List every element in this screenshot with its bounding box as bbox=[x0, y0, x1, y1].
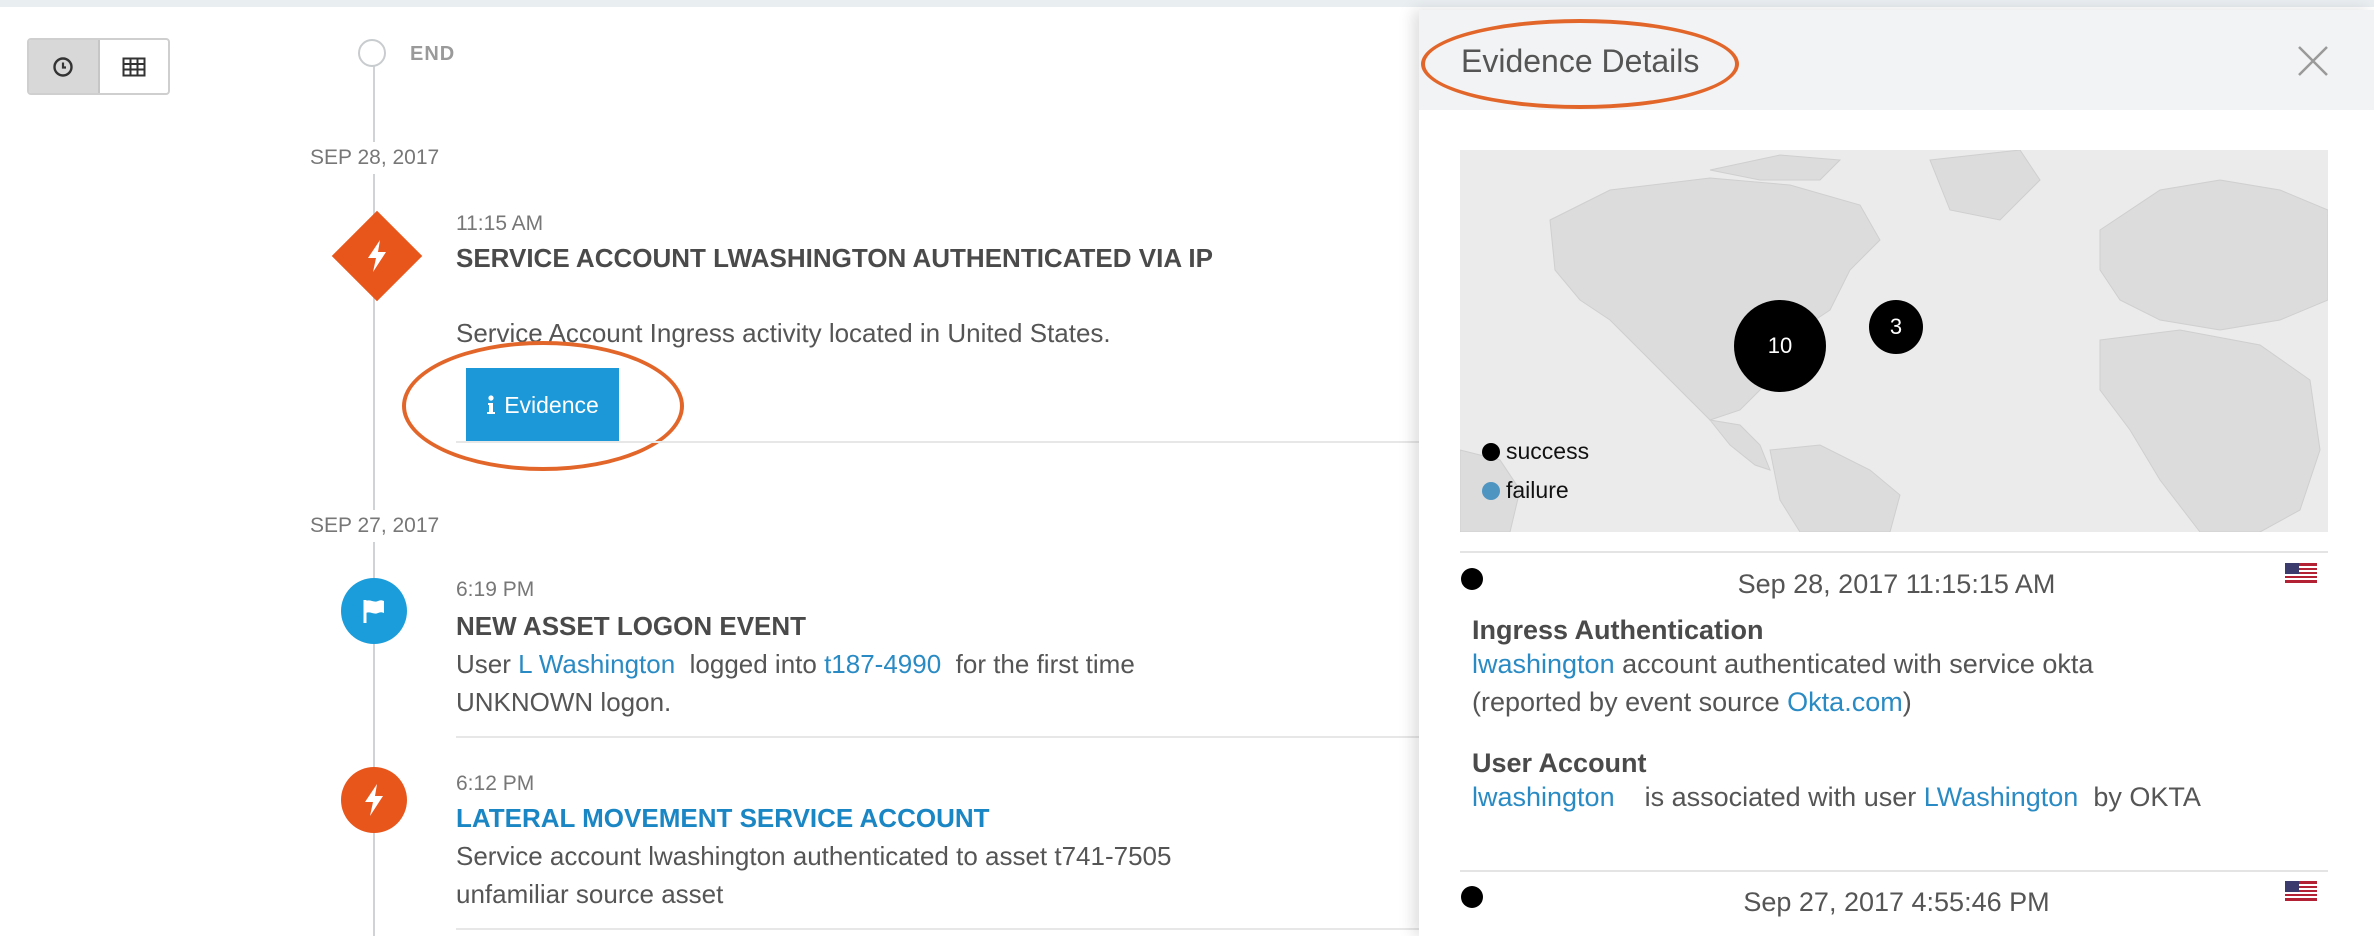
user-link[interactable]: lwashington bbox=[1472, 782, 1615, 812]
event-title-link[interactable]: LATERAL MOVEMENT SERVICE ACCOUNT bbox=[456, 803, 990, 834]
lightning-icon bbox=[365, 784, 383, 816]
close-icon bbox=[2298, 46, 2328, 76]
record-separator bbox=[1460, 870, 2328, 872]
event-divider bbox=[456, 441, 1419, 443]
asset-link[interactable]: t187-4990 bbox=[824, 649, 941, 679]
event-time: 6:19 PM bbox=[456, 578, 535, 601]
record-timestamp: Sep 28, 2017 11:15:15 AM bbox=[1737, 569, 2056, 599]
section-heading: Ingress Authentication bbox=[1472, 615, 1764, 645]
lightning-icon bbox=[368, 240, 386, 272]
close-button[interactable] bbox=[2288, 36, 2338, 86]
event-description: Service Account Ingress activity located… bbox=[456, 318, 1111, 348]
timeline-end-node bbox=[358, 39, 386, 67]
event-description-line2: unfamiliar source asset bbox=[456, 879, 724, 909]
legend-item-failure: failure bbox=[1482, 477, 1569, 504]
record-separator bbox=[1460, 551, 2328, 553]
event-divider bbox=[456, 736, 1419, 738]
panel-title: Evidence Details bbox=[1461, 43, 1700, 79]
timeline-view-button[interactable] bbox=[29, 40, 100, 93]
event-time: 6:12 PM bbox=[456, 772, 535, 795]
user-link[interactable]: L Washington bbox=[518, 649, 675, 679]
info-icon bbox=[487, 395, 496, 414]
event-time: 11:15 AM bbox=[456, 212, 544, 235]
section-text: lwashington account authenticated with s… bbox=[1472, 649, 2094, 679]
event-title: SERVICE ACCOUNT LWASHINGTON AUTHENTICATE… bbox=[456, 243, 1213, 273]
legend-dot bbox=[1482, 481, 1500, 500]
evidence-details-panel: Evidence Details 10 3 success failure Se… bbox=[1419, 10, 2374, 936]
evidence-button[interactable]: Evidence bbox=[466, 368, 619, 442]
user-link[interactable]: lwashington bbox=[1472, 649, 1615, 679]
top-border bbox=[0, 0, 2374, 7]
event-description: Service account lwashington authenticate… bbox=[456, 841, 1172, 871]
user-link[interactable]: LWashington bbox=[1924, 782, 2079, 812]
event-marker bbox=[341, 767, 407, 833]
view-toggle bbox=[27, 38, 170, 95]
event-source-link[interactable]: Okta.com bbox=[1787, 687, 1903, 717]
timeline-date: SEP 27, 2017 bbox=[310, 510, 440, 542]
event-divider bbox=[456, 928, 1419, 930]
legend-item-success: success bbox=[1482, 438, 1589, 465]
event-marker bbox=[341, 578, 407, 644]
section-heading: User Account bbox=[1472, 748, 1647, 778]
map-bubble[interactable]: 3 bbox=[1869, 300, 1923, 354]
event-description: User L Washington logged into t187-4990 … bbox=[456, 649, 1135, 679]
evidence-button-label: Evidence bbox=[504, 391, 599, 418]
flag-icon bbox=[363, 600, 384, 623]
alert-marker bbox=[331, 210, 423, 302]
timeline-end-label: END bbox=[410, 43, 456, 65]
event-description-line2: UNKNOWN logon. bbox=[456, 687, 672, 717]
timeline-date: SEP 28, 2017 bbox=[310, 142, 440, 174]
world-map: 10 3 success failure bbox=[1460, 150, 2328, 532]
us-flag-icon bbox=[2285, 563, 2317, 583]
us-flag-icon bbox=[2285, 881, 2317, 901]
event-title: NEW ASSET LOGON EVENT bbox=[456, 611, 807, 641]
legend-dot bbox=[1482, 442, 1500, 461]
section-text: lwashington is associated with user LWas… bbox=[1472, 782, 2201, 812]
clock-icon bbox=[53, 56, 73, 77]
record-timestamp: Sep 27, 2017 4:55:46 PM bbox=[1743, 887, 2050, 917]
table-view-button[interactable] bbox=[100, 40, 169, 93]
map-bubble[interactable]: 10 bbox=[1734, 300, 1826, 392]
section-text: (reported by event source Okta.com) bbox=[1472, 687, 1912, 717]
table-icon bbox=[122, 57, 146, 76]
